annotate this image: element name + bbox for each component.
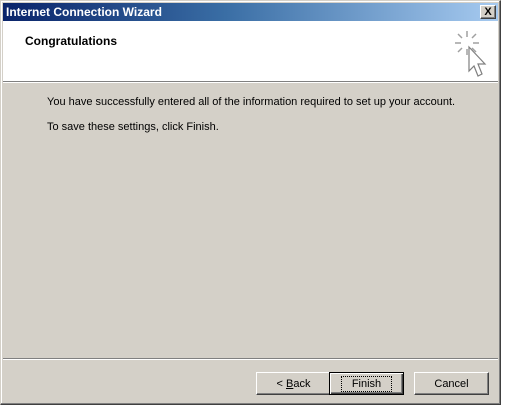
finish-button[interactable]: Finish: [329, 372, 404, 395]
back-button-mnemonic: B: [286, 377, 294, 390]
window-title: Internet Connection Wizard: [6, 5, 162, 19]
success-message: You have successfully entered all of the…: [47, 96, 456, 108]
back-button[interactable]: < Back: [256, 372, 331, 395]
page-title: Congratulations: [25, 34, 117, 48]
back-button-prefix: <: [276, 377, 286, 390]
header-panel: Congratulations: [3, 21, 498, 81]
title-bar[interactable]: Internet Connection Wizard X: [3, 3, 498, 21]
header-divider: [3, 81, 498, 83]
wizard-sparkle-cursor-icon: [455, 31, 487, 77]
footer-divider: [3, 358, 498, 360]
back-button-rest: ack: [293, 377, 311, 390]
finish-button-label: Finish: [340, 375, 393, 392]
finish-instruction: To save these settings, click Finish.: [47, 121, 219, 133]
close-button[interactable]: X: [480, 5, 496, 19]
wizard-window: Internet Connection Wizard X Congratulat…: [0, 0, 501, 405]
close-icon: X: [484, 5, 492, 18]
cancel-button[interactable]: Cancel: [414, 372, 489, 395]
cancel-button-label: Cancel: [434, 377, 469, 390]
